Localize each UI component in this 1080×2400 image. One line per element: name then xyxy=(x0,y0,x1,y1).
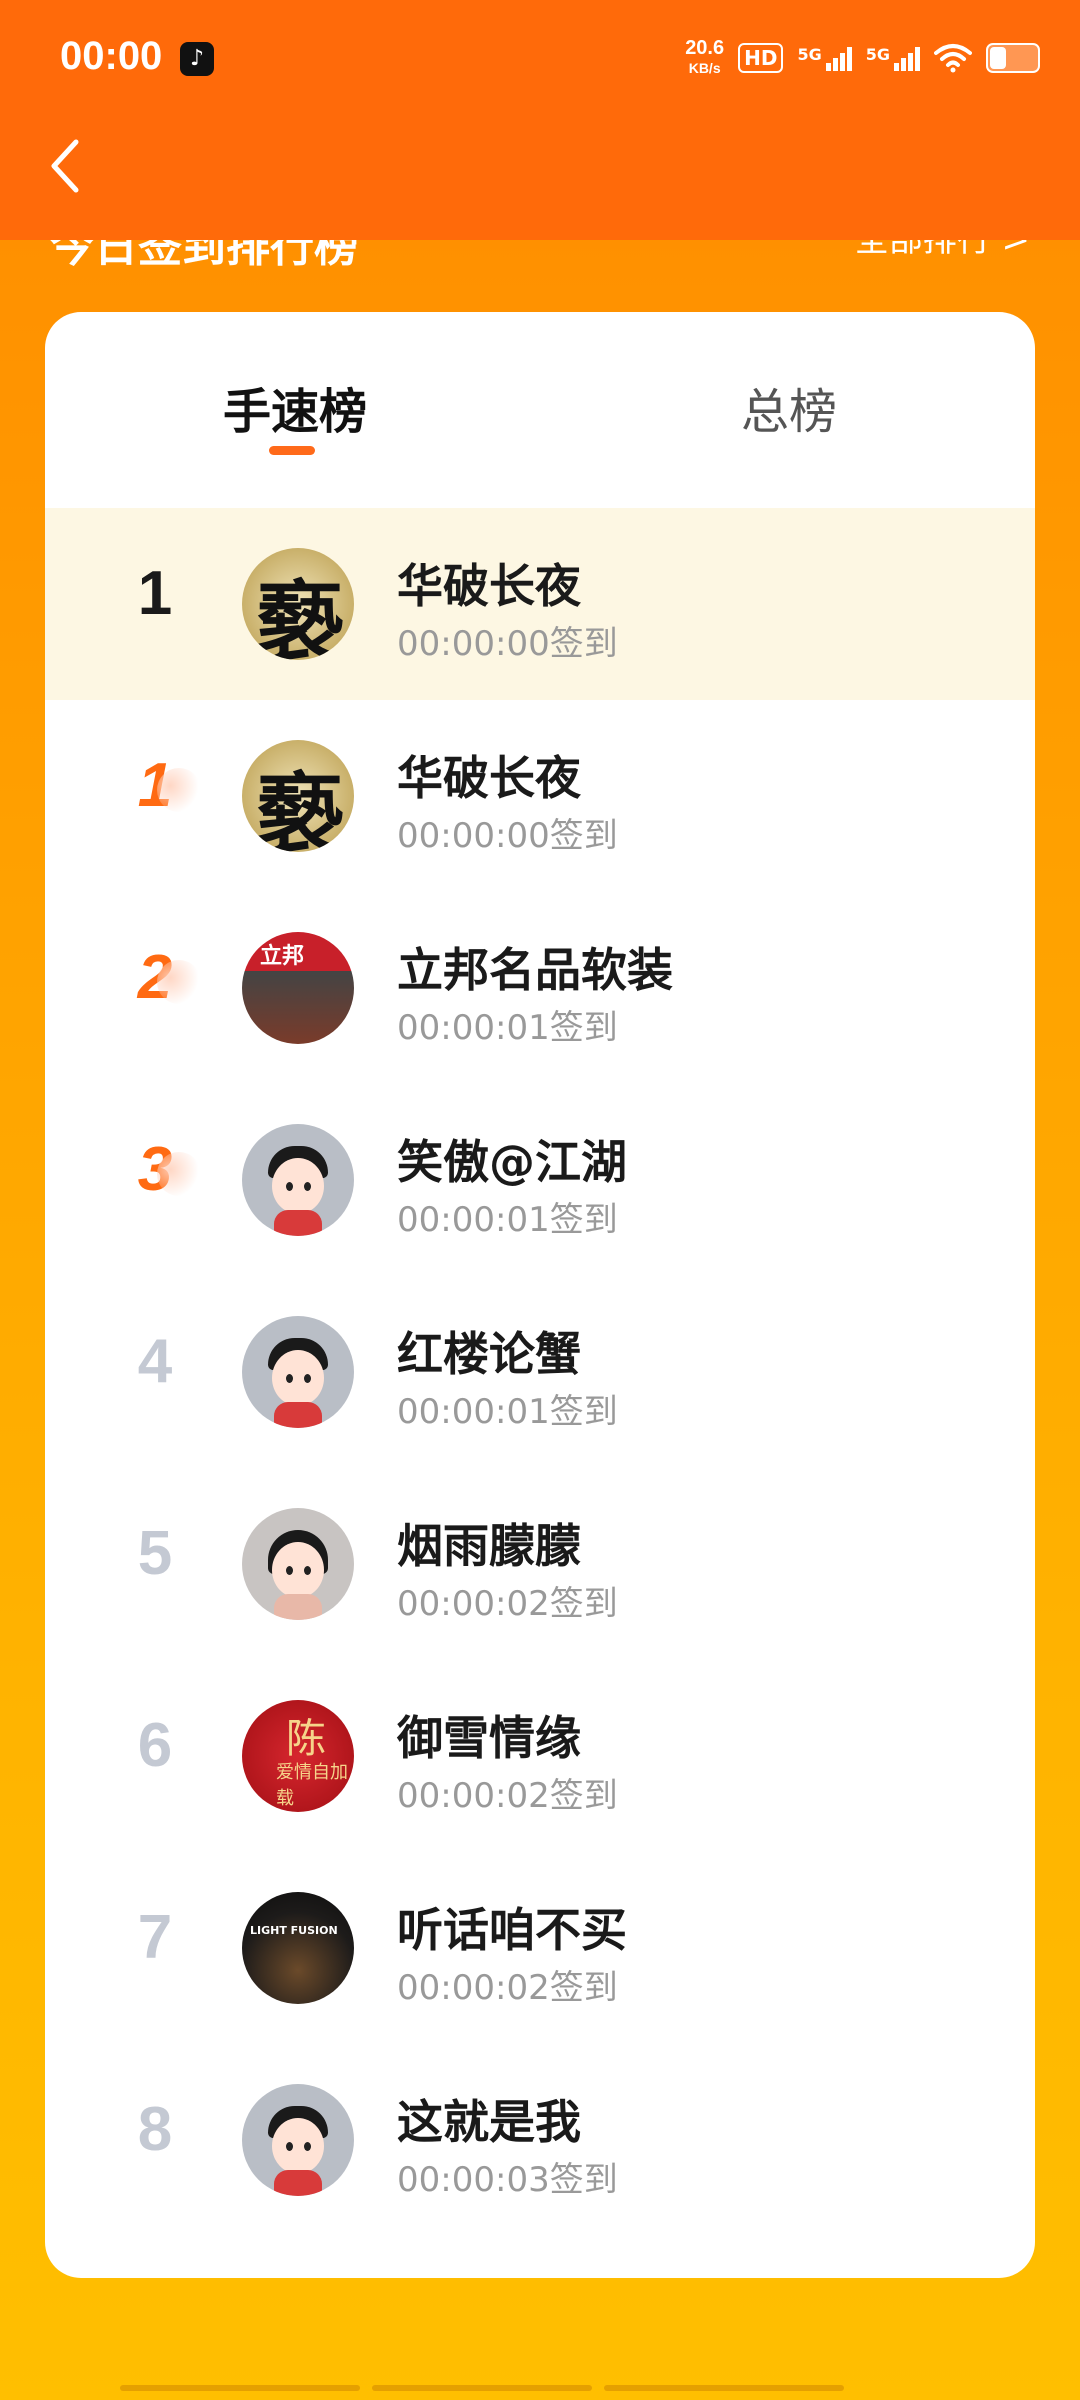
ranking-tabs: 手速榜 总榜 xyxy=(45,312,1035,502)
list-item[interactable]: 8 这就是我 00:00:03签到 xyxy=(45,2044,1035,2236)
rank-number: 4 xyxy=(137,1327,173,1396)
checkin-time: 00:00:02签到 xyxy=(397,1584,618,1624)
tab-total-ranking[interactable]: 总榜 xyxy=(741,372,837,442)
user-name: 笑傲@江湖 xyxy=(397,1135,627,1189)
user-name: 御雪情缘 xyxy=(397,1711,581,1765)
calligraphy-avatar[interactable]: 褻 xyxy=(242,548,354,660)
network-speed: 20.6 KB/s xyxy=(685,38,724,78)
storefront-night-avatar[interactable]: LIGHT FUSION xyxy=(242,1892,354,2004)
wifi-icon xyxy=(934,44,972,73)
checkin-time: 00:00:03签到 xyxy=(397,2160,618,2200)
user-name: 红楼论蟹 xyxy=(397,1327,581,1381)
active-tab-indicator xyxy=(269,446,315,455)
avatar-glyph: 褻 xyxy=(256,570,345,660)
list-item[interactable]: 4 红楼论蟹 00:00:01签到 xyxy=(45,1276,1035,1468)
checkin-time: 00:00:00签到 xyxy=(397,816,618,856)
list-item[interactable]: 1 褻 华破长夜 00:00:00签到 xyxy=(45,700,1035,892)
rank-number: 1 xyxy=(105,750,205,821)
bottom-tab-strip xyxy=(120,2385,960,2393)
avatar-sign: LIGHT FUSION xyxy=(250,1924,338,1937)
default-cartoon-avatar[interactable] xyxy=(242,1124,354,1236)
signal-icon-sim2: 5G xyxy=(866,45,920,71)
avatar-sign: 立邦 xyxy=(260,944,305,969)
rank-number: 6 xyxy=(137,1711,173,1780)
user-name: 立邦名品软装 xyxy=(397,943,673,997)
list-item[interactable]: 5 烟雨朦朦 00:00:02签到 xyxy=(45,1468,1035,1660)
calligraphy-avatar[interactable]: 褻 xyxy=(242,740,354,852)
rank-number: 2 xyxy=(105,942,205,1013)
ranking-card: 手速榜 总榜 1 褻 华破长夜 00:00:00签到 1 褻 华破长夜 00:0… xyxy=(45,312,1035,2278)
checkin-time: 00:00:01签到 xyxy=(397,1200,618,1240)
avatar-char: 陈 xyxy=(286,1716,326,1762)
battery-icon xyxy=(986,43,1040,73)
user-name: 华破长夜 xyxy=(397,559,581,613)
checkin-time: 00:00:00签到 xyxy=(397,624,618,664)
list-item[interactable]: 6 陈 爱情自加载 御雪情缘 00:00:02签到 xyxy=(45,1660,1035,1852)
rank-number: 5 xyxy=(137,1519,173,1588)
network-speed-value: 20.6 xyxy=(685,37,725,59)
rank-number: 8 xyxy=(137,2095,173,2164)
shopfront-avatar[interactable]: 立邦 xyxy=(242,932,354,1044)
top-bar: 00:00 ♪ 20.6 KB/s HD 5G 5G xyxy=(0,0,1080,240)
tiktok-notification-icon: ♪ xyxy=(180,42,214,76)
signal-icon-sim1: 5G xyxy=(797,45,852,71)
hd-icon: HD xyxy=(738,43,784,73)
tab-speed-ranking[interactable]: 手速榜 xyxy=(223,372,367,442)
user-name: 华破长夜 xyxy=(397,751,581,805)
checkin-time: 00:00:01签到 xyxy=(397,1392,618,1432)
user-name: 听话咱不买 xyxy=(397,1903,627,1957)
my-rank-row[interactable]: 1 褻 华破长夜 00:00:00签到 xyxy=(45,508,1035,700)
list-item[interactable]: 3 笑傲@江湖 00:00:01签到 xyxy=(45,1084,1035,1276)
cartoon-girl-avatar[interactable] xyxy=(242,1508,354,1620)
avatar-glyph: 褻 xyxy=(256,762,345,852)
rank-number: 3 xyxy=(105,1134,205,1205)
avatar-subtext: 爱情自加载 xyxy=(276,1762,348,1809)
network-speed-unit: KB/s xyxy=(688,60,721,76)
default-cartoon-avatar[interactable] xyxy=(242,2084,354,2196)
user-name: 烟雨朦朦 xyxy=(397,1519,581,1573)
checkin-time: 00:00:01签到 xyxy=(397,1008,618,1048)
back-arrow-icon[interactable] xyxy=(36,130,96,200)
status-time: 00:00 xyxy=(60,34,163,78)
checkin-time: 00:00:02签到 xyxy=(397,1776,618,1816)
default-cartoon-avatar[interactable] xyxy=(242,1316,354,1428)
sim1-label: 5G xyxy=(797,45,822,64)
rank-number: 1 xyxy=(137,559,173,628)
sim2-label: 5G xyxy=(865,45,890,64)
rank-number: 7 xyxy=(137,1903,173,1972)
status-icons: 20.6 KB/s HD 5G 5G xyxy=(685,38,1040,78)
list-item[interactable]: 2 立邦 立邦名品软装 00:00:01签到 xyxy=(45,892,1035,1084)
list-item[interactable]: 7 LIGHT FUSION 听话咱不买 00:00:02签到 xyxy=(45,1852,1035,2044)
red-dragon-avatar[interactable]: 陈 爱情自加载 xyxy=(242,1700,354,1812)
user-name: 这就是我 xyxy=(397,2095,581,2149)
checkin-time: 00:00:02签到 xyxy=(397,1968,618,2008)
